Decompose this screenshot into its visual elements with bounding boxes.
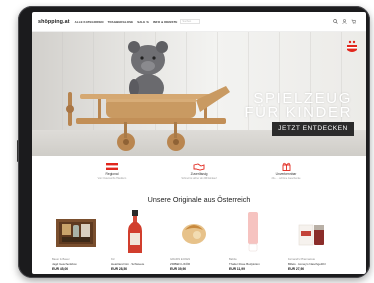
- product-name: Billets · Honey's Naschgeföhl: [288, 262, 326, 266]
- nav-icons: [333, 19, 356, 24]
- site-logo[interactable]: shöpping.at: [38, 19, 70, 25]
- feature-subtitle: Schnell & sicher ab 20€ Einkauf: [181, 177, 217, 180]
- product-price: EUR 11,99: [229, 267, 245, 271]
- product-price: EUR 45,00: [52, 267, 69, 271]
- soap-icon: [182, 224, 206, 244]
- bottle-icon: [128, 210, 142, 253]
- brand-badge-icon: [347, 40, 357, 52]
- product-price: EUR 39,90: [170, 267, 187, 271]
- product-brand: Fernand's Pharmazeie: [288, 258, 315, 261]
- feature-subtitle: Von Österreichs Händlern: [97, 177, 127, 180]
- feature-title: Regional: [105, 172, 119, 176]
- product-brand: Babila: [229, 258, 237, 261]
- feature-title: Zuverlässig: [190, 172, 208, 176]
- product-name: Jagd Geschenkbox: [52, 262, 77, 266]
- hero-banner[interactable]: SPIELZEUG FÜR KINDER JETZT ENTDECKEN: [32, 32, 366, 156]
- feature-title: Unverkennbar: [275, 172, 297, 176]
- product-name: Thailer Rose Bodylotion: [229, 262, 260, 266]
- feature-regional: Regional Von Österreichs Händlern: [76, 162, 148, 188]
- product-card[interactable]: GRÄFIN ECKEN ZIRBEN LIKÖR EUR 39,90: [170, 209, 218, 271]
- nav-item-sale[interactable]: SALE %: [137, 20, 149, 24]
- section-title: Unsere Originale aus Österreich: [147, 195, 251, 204]
- features-row: Regional Von Österreichs Händlern Zuverl…: [32, 162, 366, 188]
- hero-headline: SPIELZEUG FÜR KINDER: [244, 91, 352, 121]
- product-card[interactable]: Babila Thailer Rose Bodylotion EUR 11,99: [229, 209, 277, 271]
- product-list: Bauer & Bauer Jagd Geschenkbox EUR 45,00…: [52, 209, 366, 271]
- feature-unique: Unverkennbar 20+ ... schöne Geschenke: [250, 162, 322, 188]
- feature-reliable: Zuverlässig Schnell & sicher ab 20€ Eink…: [163, 162, 235, 188]
- jar-icon: [298, 224, 324, 246]
- product-brand: Kiz: [111, 258, 115, 261]
- product-card[interactable]: Bauer & Bauer Jagd Geschenkbox EUR 45,00: [52, 209, 100, 271]
- product-name: ZIRBEN LIKÖR: [170, 262, 191, 266]
- top-navigation: shöpping.at ALLE KATEGORIEN TRAGBERGLOSE…: [32, 12, 366, 32]
- product-name: Heartland Gin · Schiavere: [111, 262, 145, 266]
- gift-box-icon: [56, 219, 96, 247]
- product-card[interactable]: Fernand's Pharmazeie Billets · Honey's N…: [288, 209, 336, 271]
- user-icon[interactable]: [342, 19, 347, 24]
- handshake-icon: [193, 163, 205, 170]
- nav-menu: ALLE KATEGORIEN TRAGBERGLOSE SALE % INFO…: [75, 20, 178, 24]
- nav-item-categories[interactable]: ALLE KATEGORIEN: [75, 20, 104, 24]
- hero-headline-line2: FÜR KINDER: [244, 104, 352, 121]
- tablet-side-button: [17, 140, 19, 162]
- gift-icon: [282, 162, 290, 171]
- lotion-tube-icon: [248, 212, 258, 252]
- product-price: EUR 27,90: [288, 267, 305, 271]
- product-brand: Bauer & Bauer: [52, 258, 70, 261]
- austria-flag-icon: [106, 163, 118, 170]
- cart-icon[interactable]: [351, 19, 356, 24]
- search-input[interactable]: Suchen: [180, 19, 201, 24]
- wooden-airplane-teddy-image: [66, 41, 230, 151]
- product-card[interactable]: Kiz Heartland Gin · Schiavere EUR 28,50: [111, 209, 159, 271]
- search-icon[interactable]: [333, 19, 338, 24]
- feature-subtitle: 20+ ... schöne Geschenke: [271, 177, 301, 180]
- nav-item-traditional[interactable]: TRAGBERGLOSE: [108, 20, 134, 24]
- tablet-screen: shöpping.at ALLE KATEGORIEN TRAGBERGLOSE…: [32, 12, 366, 274]
- product-price: EUR 28,50: [111, 267, 128, 271]
- discover-button[interactable]: JETZT ENTDECKEN: [272, 122, 354, 136]
- nav-item-info[interactable]: INFO & DIENSTE: [153, 20, 178, 24]
- product-brand: GRÄFIN ECKEN: [170, 258, 191, 261]
